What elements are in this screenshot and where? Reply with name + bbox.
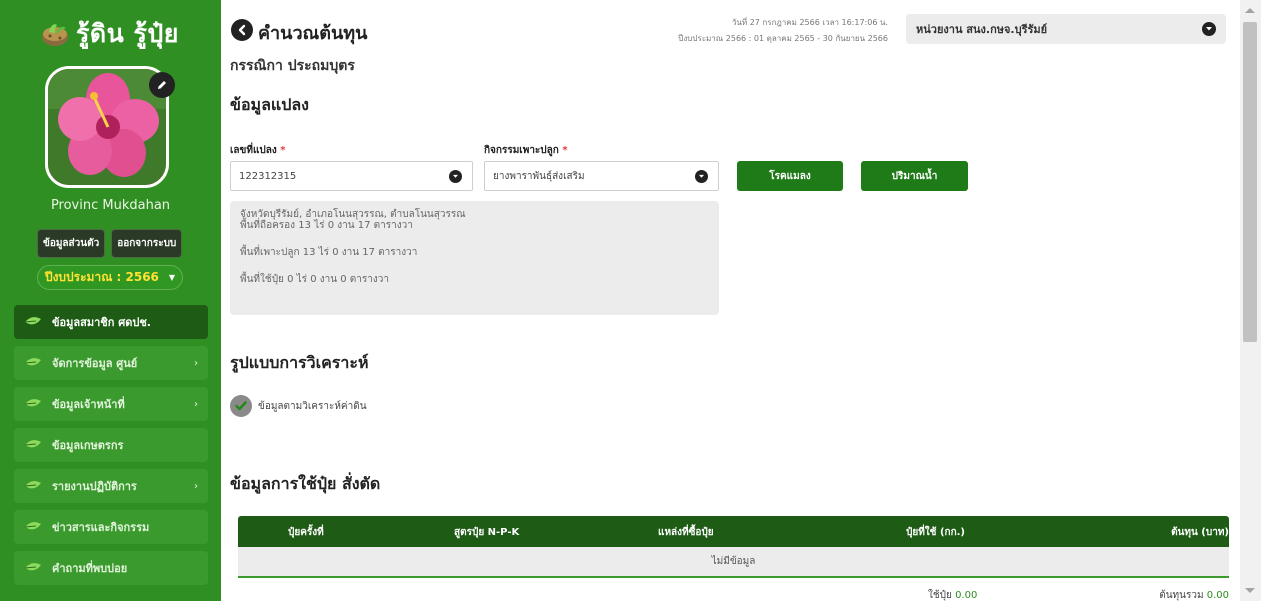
brand[interactable]: รู้ดิน รู้ปุ๋ย xyxy=(40,14,179,54)
col-fert-kg: ปุ๋ยที่ใช้ (กก.) xyxy=(906,527,965,538)
sum-fert-label: ใช้ปุ๋ย xyxy=(928,590,952,601)
sidebar-item-label: ข้อมูลสมาชิก ศดปช. xyxy=(52,316,151,329)
leaf-icon xyxy=(24,399,41,407)
activity-label-text: กิจกรรมเพาะปลูก xyxy=(484,145,559,156)
scroll-up-icon[interactable] xyxy=(1245,8,1255,13)
chevron-left-icon xyxy=(238,24,246,36)
analysis-option[interactable]: ข้อมูลตามวิเคราะห์ค่าดิน xyxy=(230,395,367,417)
plot-section-title: ข้อมูลแปลง xyxy=(230,95,309,114)
agency-value: หน่วยงาน สนง.กษจ.บุรีรัมย์ xyxy=(916,23,1048,36)
fert-table-header: ปุ๋ยครั้งที่ สูตรปุ๋ย N-P-K แหล่งที่ซื้อ… xyxy=(238,516,1229,547)
chevron-right-icon: › xyxy=(194,480,198,492)
sum-cost-value: 0.00 xyxy=(1206,590,1229,601)
check-icon xyxy=(230,395,252,417)
caret-down-icon xyxy=(695,170,708,183)
datetime-info: วันที่ 27 กรกฎาคม 2566 เวลา 16:17:06 น. … xyxy=(608,15,888,47)
table-empty-row: ไม่มีข้อมูล xyxy=(238,547,1229,578)
fiscal-range: ปีงบประมาณ 2566 : 01 ตุลาคม 2565 - 30 กั… xyxy=(678,34,888,43)
sum-cost-label: ต้นทุนรวม xyxy=(1159,590,1204,601)
sidebar-item-label: รายงานปฏิบัติการ xyxy=(52,480,137,493)
water-amount-button[interactable]: ปริมาณน้ำ xyxy=(861,161,968,191)
sidebar-menu: ข้อมูลสมาชิก ศดปช. จัดการข้อมูล ศูนย์ › … xyxy=(14,305,208,592)
scroll-thumb[interactable] xyxy=(1243,22,1257,342)
leaf-icon xyxy=(24,358,41,366)
sidebar-item-label: จัดการข้อมูล ศูนย์ xyxy=(52,357,138,370)
sidebar-item-faq[interactable]: คำถามที่พบบ่อย xyxy=(14,551,208,585)
plot-no-label-text: เลขที่แปลง xyxy=(230,145,277,156)
person-name: กรรณิกา ประถมบุตร xyxy=(230,58,355,74)
profile-button[interactable]: ข้อมูลส่วนตัว xyxy=(37,229,106,258)
fiscal-year-label: ปีงบประมาณ : 2566 xyxy=(44,270,159,284)
fert-section-title: ข้อมูลการใช้ปุ๋ย สั่งตัด xyxy=(230,474,381,493)
analysis-option-label: ข้อมูลตามวิเคราะห์ค่าดิน xyxy=(258,400,367,412)
plot-no-value: 122312315 xyxy=(239,170,297,182)
back-button[interactable] xyxy=(231,19,253,41)
empty-text: ไม่มีข้อมูล xyxy=(711,556,756,567)
profile-buttons: ข้อมูลส่วนตัว ออกจากระบบ xyxy=(37,229,183,258)
sidebar-item-staff[interactable]: ข้อมูลเจ้าหน้าที่ › xyxy=(14,387,208,421)
analysis-section-title: รูปแบบการวิเคราะห์ xyxy=(230,353,369,372)
plot-no-label: เลขที่แปลง * xyxy=(230,143,286,158)
caret-down-icon xyxy=(1202,22,1216,36)
sidebar-item-center-data[interactable]: จัดการข้อมูล ศูนย์ › xyxy=(14,346,208,380)
leaf-icon xyxy=(24,563,41,571)
scroll-down-icon[interactable] xyxy=(1245,588,1255,593)
sidebar-item-label: ข้อมูลเจ้าหน้าที่ xyxy=(52,398,125,411)
plot-info-box: จังหวัดบุรีรัมย์, อำเภอโนนสุวรรณ, ตำบลโน… xyxy=(230,201,719,315)
app-root: รู้ดิน รู้ปุ๋ย Provinc Mukdahan ข้อมูลส่… xyxy=(0,0,1261,601)
col-cost: ต้นทุน (บาท) xyxy=(1171,527,1229,538)
edit-avatar-button[interactable] xyxy=(149,72,175,98)
chevron-right-icon: › xyxy=(194,357,198,369)
brand-title: รู้ดิน รู้ปุ๋ย xyxy=(76,19,179,48)
activity-value: ยางพาราพันธุ์ส่งเสริม xyxy=(493,170,585,182)
table-summary-row: ใช้ปุ๋ย 0.00 ต้นทุนรวม 0.00 xyxy=(238,578,1229,601)
activity-select[interactable]: ยางพาราพันธุ์ส่งเสริม xyxy=(484,161,719,191)
caret-down-icon: ▼ xyxy=(168,273,176,282)
plot-no-select[interactable]: 122312315 xyxy=(230,161,473,191)
required-mark: * xyxy=(280,145,286,156)
chevron-right-icon: › xyxy=(194,398,198,410)
plot-area-fertilized: พื้นที่ใช้ปุ๋ย 0 ไร่ 0 งาน 0 ตารางวา xyxy=(240,274,389,285)
sidebar-item-news[interactable]: ข่าวสารและกิจกรรม xyxy=(14,510,208,544)
sum-fert: ใช้ปุ๋ย 0.00 xyxy=(928,588,977,601)
fiscal-year-select[interactable]: ปีงบประมาณ : 2566 ▼ xyxy=(37,265,183,290)
sidebar-item-label: คำถามที่พบบ่อย xyxy=(52,562,128,575)
leaf-icon xyxy=(24,481,41,489)
page-scrollbar[interactable] xyxy=(1240,0,1261,601)
main-content: คำนวณต้นทุน วันที่ 27 กรกฎาคม 2566 เวลา … xyxy=(221,0,1240,601)
sum-cost: ต้นทุนรวม 0.00 xyxy=(1159,588,1229,601)
plot-area-planted: พื้นที่เพาะปลูก 13 ไร่ 0 งาน 17 ตารางวา xyxy=(240,247,418,258)
sidebar-item-farmers[interactable]: ข้อมูลเกษตรกร xyxy=(14,428,208,462)
pencil-icon xyxy=(158,81,166,89)
disease-pest-button[interactable]: โรคแมลง xyxy=(737,161,843,191)
logout-button[interactable]: ออกจากระบบ xyxy=(111,229,183,258)
avatar-container xyxy=(45,66,175,188)
page-title: คำนวณต้นทุน xyxy=(258,23,368,44)
plot-area-owned: พื้นที่ถือครอง 13 ไร่ 0 งาน 17 ตารางวา xyxy=(240,220,413,231)
user-name: Provinc Mukdahan xyxy=(50,198,171,213)
col-source: แหล่งที่ซื้อปุ๋ย xyxy=(658,527,714,538)
activity-label: กิจกรรมเพาะปลูก * xyxy=(484,143,568,158)
sidebar-item-reports[interactable]: รายงานปฏิบัติการ › xyxy=(14,469,208,503)
sidebar-item-label: ข่าวสารและกิจกรรม xyxy=(52,521,150,534)
caret-down-icon xyxy=(449,170,462,183)
leaf-icon xyxy=(24,440,41,448)
soil-logo-icon xyxy=(42,24,68,46)
agency-select[interactable]: หน่วยงาน สนง.กษจ.บุรีรัมย์ xyxy=(906,14,1226,44)
sidebar-item-label: ข้อมูลเกษตรกร xyxy=(52,439,124,452)
leaf-icon xyxy=(24,522,41,530)
fert-table: ปุ๋ยครั้งที่ สูตรปุ๋ย N-P-K แหล่งที่ซื้อ… xyxy=(238,516,1229,601)
plot-location: จังหวัดบุรีรัมย์, อำเภอโนนสุวรรณ, ตำบลโน… xyxy=(240,209,466,220)
leaf-icon xyxy=(24,317,41,325)
col-npk: สูตรปุ๋ย N-P-K xyxy=(454,527,520,538)
current-datetime: วันที่ 27 กรกฎาคม 2566 เวลา 16:17:06 น. xyxy=(731,18,888,27)
sum-fert-value: 0.00 xyxy=(955,590,978,601)
col-fert-round: ปุ๋ยครั้งที่ xyxy=(288,527,324,538)
sidebar: รู้ดิน รู้ปุ๋ย Provinc Mukdahan ข้อมูลส่… xyxy=(0,0,221,601)
required-mark: * xyxy=(562,145,568,156)
sidebar-item-members[interactable]: ข้อมูลสมาชิก ศดปช. xyxy=(14,305,208,339)
